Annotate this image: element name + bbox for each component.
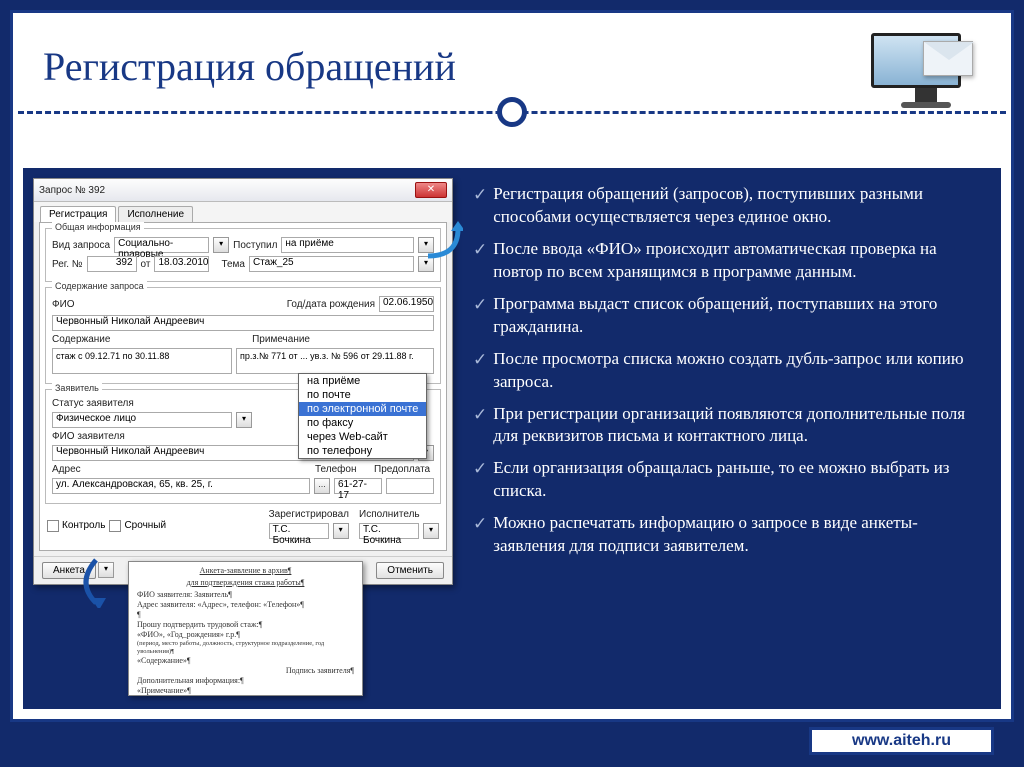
label-predop: Предоплата [374, 464, 434, 475]
chevron-down-icon[interactable]: ▾ [333, 523, 349, 539]
textarea-primech[interactable]: пр.з.№ 771 от ... ув.з. № 596 от 29.11.8… [236, 348, 434, 374]
tab-execution[interactable]: Исполнение [118, 206, 193, 222]
bullet-text: После ввода «ФИО» происходит автоматичес… [493, 238, 976, 284]
label-ot: от [141, 259, 151, 270]
input-tema[interactable]: Стаж_25 [249, 256, 414, 272]
label-postupil: Поступил [233, 240, 277, 251]
label-zareg: Зарегистрировал [269, 509, 349, 520]
check-icon: ✓ [473, 458, 487, 503]
label-ispol: Исполнитель [359, 509, 439, 520]
cancel-button[interactable]: Отменить [376, 562, 444, 579]
check-icon: ✓ [473, 239, 487, 284]
dropdown-option[interactable]: по факсу [299, 416, 426, 430]
envelope-icon [923, 41, 973, 76]
check-icon: ✓ [473, 349, 487, 394]
input-predop[interactable] [386, 478, 434, 494]
chevron-down-icon[interactable]: ▾ [236, 412, 252, 428]
chevron-down-icon[interactable]: ▾ [213, 237, 229, 253]
close-button[interactable]: ✕ [415, 182, 447, 198]
bullet-text: После просмотра списка можно создать дуб… [493, 348, 976, 394]
divider [18, 95, 1006, 129]
bullet-text: Если организация обращалась раньше, то е… [493, 457, 976, 503]
bullet-text: При регистрации организаций появляются д… [493, 403, 976, 449]
bullet-text: Программа выдаст список обращений, посту… [493, 293, 976, 339]
input-addr[interactable]: ул. Александровская, 65, кв. 25, г. [52, 478, 310, 494]
anketa-preview: Анкета-заявление в архив¶ для подтвержде… [128, 561, 363, 696]
label-primech: Примечание [252, 334, 310, 345]
input-reg-no[interactable]: 392 [87, 256, 137, 272]
label-addr: Адрес [52, 464, 81, 475]
arrow-icon [423, 221, 463, 261]
label-tel: Телефон [315, 464, 370, 475]
input-date[interactable]: 18.03.2010 [154, 256, 209, 272]
tab-registration[interactable]: Регистрация [40, 206, 116, 222]
textarea-soderzhanie[interactable]: стаж с 09.12.71 по 30.11.88 [52, 348, 232, 374]
label-fio: ФИО [52, 299, 75, 310]
chevron-down-icon[interactable]: ▾ [423, 523, 439, 539]
check-icon: ✓ [473, 513, 487, 558]
input-zareg[interactable]: Т.С. Бочкина [269, 523, 329, 539]
bullet-text: Регистрация обращений (запросов), поступ… [493, 183, 976, 229]
fieldset-content: Содержание запроса [52, 281, 147, 291]
input-vid-zaprosa[interactable]: Социально-правовые [114, 237, 209, 253]
footer-url: www.aiteh.ru [809, 727, 994, 755]
dropdown-option[interactable]: на приёме [299, 374, 426, 388]
label-fio-zayav: ФИО заявителя [52, 431, 125, 442]
check-icon: ✓ [473, 404, 487, 449]
input-postupil[interactable]: на приёме [281, 237, 414, 253]
dropdown-postupil[interactable]: на приёме по почте по электронной почте … [298, 373, 427, 459]
dropdown-option[interactable]: по почте [299, 388, 426, 402]
dropdown-option[interactable]: через Web-сайт [299, 430, 426, 444]
input-status[interactable]: Физическое лицо [52, 412, 232, 428]
input-tel[interactable]: 61-27-17 [334, 478, 382, 494]
fieldset-general: Общая информация [52, 222, 144, 232]
input-ispol[interactable]: Т.С. Бочкина [359, 523, 419, 539]
check-icon: ✓ [473, 184, 487, 229]
dropdown-option[interactable]: по телефону [299, 444, 426, 458]
checkbox-srochny[interactable]: Срочный [109, 520, 166, 532]
label-soderzhanie: Содержание [52, 334, 110, 345]
checkbox-kontrol[interactable]: Контроль [47, 520, 105, 532]
label-reg-no: Рег. № [52, 259, 83, 270]
input-dob[interactable]: 02.06.1950 [379, 296, 434, 312]
label-tema: Тема [221, 259, 245, 270]
label-dob: Год/дата рождения [287, 299, 375, 310]
dropdown-option[interactable]: по электронной почте [299, 402, 426, 416]
ellipsis-icon[interactable]: … [314, 478, 330, 494]
check-icon: ✓ [473, 294, 487, 339]
fieldset-applicant: Заявитель [52, 383, 102, 393]
arrow-icon [81, 558, 111, 608]
label-status: Статус заявителя [52, 398, 134, 409]
label-vid-zaprosa: Вид запроса [52, 240, 110, 251]
window-title: Запрос № 392 [39, 185, 105, 196]
bullet-text: Можно распечатать информацию о запросе в… [493, 512, 976, 558]
input-fio[interactable]: Червонный Николай Андреевич [52, 315, 434, 331]
slide-title: Регистрация обращений [43, 43, 981, 90]
